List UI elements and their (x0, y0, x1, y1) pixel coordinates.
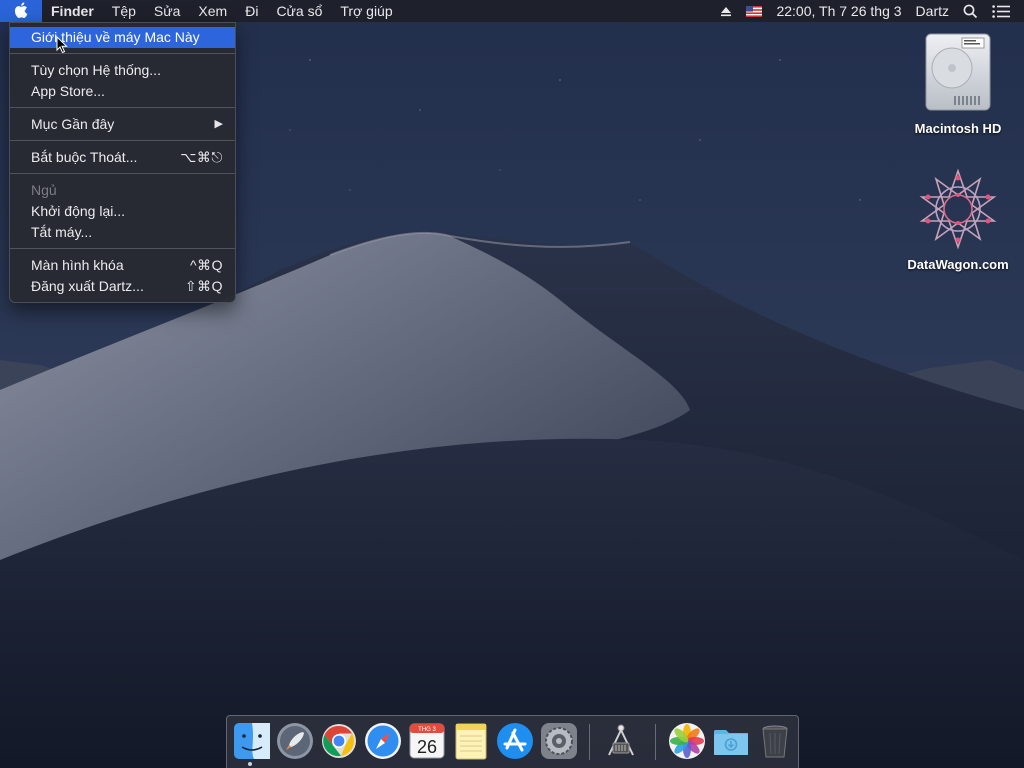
running-indicator (248, 762, 252, 766)
menu-shortcut: ⇧⌘Q (184, 278, 223, 294)
notes-icon (451, 723, 491, 765)
dock-downloads-folder[interactable] (711, 721, 751, 761)
notification-center-icon[interactable] (985, 0, 1024, 22)
apple-menu-dropdown: Giới thiệu về máy Mac Này Tùy chọn Hệ th… (9, 22, 236, 303)
menu-go[interactable]: Đi (236, 0, 267, 22)
clock[interactable]: 22:00, Th 7 26 thg 3 (769, 0, 908, 22)
us-flag-icon[interactable] (739, 0, 769, 22)
menu-edit[interactable]: Sửa (145, 0, 190, 22)
dock-separator (589, 724, 590, 760)
menu-item-label: Màn hình khóa (31, 257, 124, 273)
menu-view[interactable]: Xem (189, 0, 236, 22)
menu-item-sleep: Ngủ (10, 180, 235, 201)
menu-separator (10, 248, 235, 249)
menu-item-recent-items[interactable]: Mục Gần đây ▶ (10, 114, 235, 135)
desktop-icon-label: DataWagon.com (907, 257, 1009, 272)
menu-shortcut: ⌥⌘⎋ (180, 149, 223, 165)
safari-compass-icon (363, 723, 403, 765)
menu-item-label: Ngủ (31, 182, 57, 198)
menu-item-force-quit[interactable]: Bắt buộc Thoát... ⌥⌘⎋ (10, 147, 235, 168)
dock-photos[interactable] (667, 721, 707, 761)
apple-menu-button[interactable] (0, 0, 42, 22)
dock-calendar[interactable]: THG 3 26 (407, 721, 447, 761)
user-name[interactable]: Dartz (909, 0, 956, 22)
dock-launchpad[interactable] (275, 721, 315, 761)
desktop-icon-datawagon[interactable]: DataWagon.com (898, 168, 1018, 272)
apple-logo-icon (14, 1, 28, 21)
menu-item-lock-screen[interactable]: Màn hình khóa ^⌘Q (10, 255, 235, 276)
compass-tool-icon (601, 724, 641, 765)
calendar-day: 26 (417, 737, 437, 757)
menu-window[interactable]: Cửa sổ (267, 0, 331, 22)
app-store-icon (495, 723, 535, 765)
menu-item-about-this-mac[interactable]: Giới thiệu về máy Mac Này (10, 27, 235, 48)
desktop-icon-label: Macintosh HD (914, 121, 1002, 136)
menu-item-label: Tùy chọn Hệ thống... (31, 62, 161, 78)
menu-app-name[interactable]: Finder (42, 0, 103, 22)
mouse-cursor-icon (56, 35, 68, 59)
menu-item-label: Khởi động lại... (31, 203, 126, 219)
spotlight-search-icon[interactable] (956, 0, 985, 22)
menu-item-label: Đăng xuất Dartz... (31, 278, 144, 294)
chrome-icon (319, 724, 359, 765)
finder-icon (232, 723, 272, 765)
menu-separator (10, 173, 235, 174)
dock-finder[interactable] (232, 721, 272, 761)
folder-icon (711, 730, 751, 765)
datawagon-logo-icon (916, 168, 1000, 253)
eject-icon[interactable] (713, 0, 739, 22)
launchpad-rocket-icon (275, 723, 315, 765)
trash-icon (755, 725, 795, 765)
menu-help[interactable]: Trợ giúp (331, 0, 401, 22)
menu-item-app-store[interactable]: App Store... (10, 81, 235, 102)
menu-separator (10, 53, 235, 54)
menu-separator (10, 107, 235, 108)
menu-separator (10, 140, 235, 141)
menu-file[interactable]: Tệp (103, 0, 145, 22)
photos-flower-icon (667, 723, 707, 765)
hard-drive-icon (920, 33, 996, 117)
menu-shortcut: ^⌘Q (190, 257, 223, 273)
menu-item-label: Bắt buộc Thoát... (31, 149, 138, 165)
menu-item-label: Mục Gần đây (31, 116, 115, 132)
dock-system-preferences[interactable] (539, 721, 579, 761)
calendar-icon: THG 3 26 (407, 723, 447, 765)
dock-separator (655, 724, 656, 760)
dock-directory-utility[interactable] (601, 721, 641, 761)
menu-item-label: App Store... (31, 83, 105, 99)
dock-trash[interactable] (755, 721, 795, 761)
dock: THG 3 26 (226, 715, 799, 768)
calendar-month: THG 3 (418, 727, 436, 733)
menu-item-label: Tắt máy... (31, 224, 93, 240)
menu-item-shut-down[interactable]: Tắt máy... (10, 222, 235, 243)
dock-chrome[interactable] (319, 721, 359, 761)
dock-safari[interactable] (363, 721, 403, 761)
menu-item-system-preferences[interactable]: Tùy chọn Hệ thống... (10, 60, 235, 81)
menu-bar: Finder Tệp Sửa Xem Đi Cửa sổ Trợ giúp 22… (0, 0, 1024, 22)
gear-icon (539, 723, 579, 765)
submenu-arrow-icon: ▶ (214, 118, 223, 130)
menu-item-restart[interactable]: Khởi động lại... (10, 201, 235, 222)
dock-notes[interactable] (451, 721, 491, 761)
menu-item-log-out[interactable]: Đăng xuất Dartz... ⇧⌘Q (10, 276, 235, 297)
dock-app-store[interactable] (495, 721, 535, 761)
desktop-icon-macintosh-hd[interactable]: Macintosh HD (898, 30, 1018, 136)
